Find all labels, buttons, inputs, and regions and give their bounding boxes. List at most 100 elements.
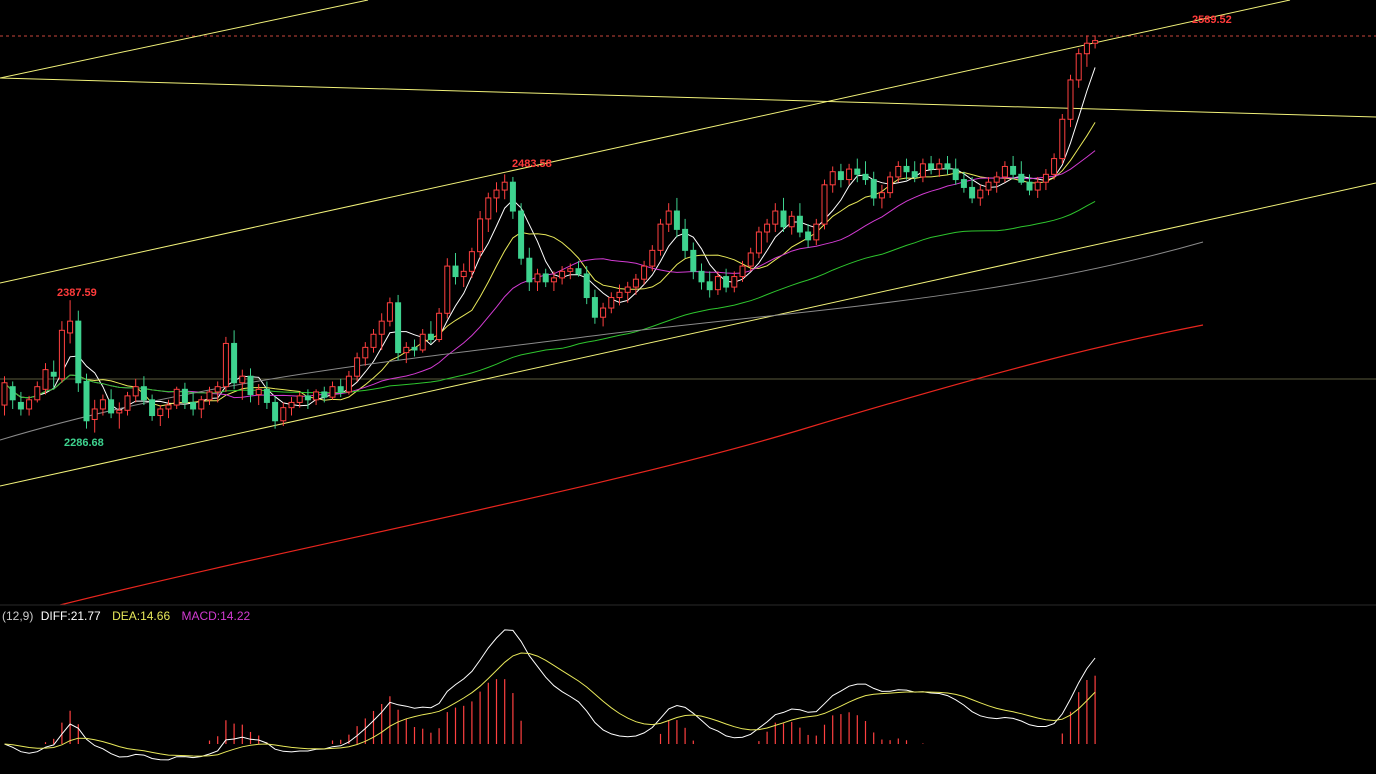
candle-body	[788, 215, 795, 228]
candle-body	[165, 404, 172, 410]
candle-body	[870, 179, 877, 199]
candle-body	[288, 401, 295, 409]
candle-body	[755, 231, 762, 254]
ma5-line	[4, 67, 1096, 412]
candle-body	[395, 302, 402, 354]
candle-body	[550, 277, 557, 283]
candle-body	[198, 399, 205, 410]
candle-body	[280, 407, 287, 422]
candle-body	[255, 388, 262, 396]
candle-body	[419, 333, 426, 351]
candle-body	[632, 278, 639, 288]
candle-body	[116, 409, 123, 414]
candle-body	[977, 189, 984, 199]
candle-body	[9, 386, 16, 401]
candle-body	[313, 391, 320, 401]
candle-body	[772, 210, 779, 225]
candle-body	[936, 163, 943, 170]
candle-body	[337, 386, 344, 393]
macd-params: (12,9)	[2, 609, 33, 623]
candle-body	[764, 223, 771, 233]
candle-body	[493, 189, 500, 199]
candle-body	[329, 386, 336, 398]
candle-body	[649, 249, 656, 267]
candle-body	[378, 320, 385, 335]
candle-body	[526, 257, 533, 283]
ma120-line	[0, 241, 1204, 441]
candle-body	[944, 163, 951, 170]
candle-body	[468, 251, 475, 272]
candle-body	[140, 386, 147, 401]
candle-body	[239, 375, 246, 384]
candle-body	[67, 320, 74, 334]
candle-body	[854, 168, 861, 175]
trend-line-upper-left	[0, 0, 369, 79]
candle-body	[132, 386, 139, 397]
candle-body	[1092, 40, 1099, 44]
candle-body	[821, 184, 828, 225]
candle-body	[895, 165, 902, 178]
candle-body	[829, 171, 836, 186]
candle-body	[272, 401, 279, 422]
candle-body	[427, 333, 434, 340]
candle-body	[796, 215, 803, 233]
candle-body	[42, 369, 49, 390]
annotation-high-right: 2589.52	[1192, 14, 1232, 26]
candle-body	[846, 168, 853, 181]
candle-body	[91, 408, 98, 420]
macd-diff-line	[4, 629, 1096, 761]
candle-body	[534, 273, 541, 283]
candle-body	[436, 312, 443, 340]
candle-body	[567, 268, 574, 272]
candle-body	[362, 346, 369, 359]
candle-body	[1026, 181, 1033, 191]
candle-body	[296, 395, 303, 403]
candle-body	[575, 268, 582, 275]
candle-body	[124, 395, 131, 411]
macd-lines	[4, 629, 1096, 761]
candle-body	[805, 231, 812, 241]
candle-body	[657, 223, 664, 251]
candle-body	[1067, 79, 1074, 120]
candle-body	[608, 297, 615, 309]
candle-body	[304, 395, 311, 401]
candle-body	[345, 375, 352, 393]
candlestick-series	[1, 35, 1099, 433]
ma60-line	[4, 200, 1096, 399]
candle-body	[600, 307, 607, 318]
candle-body	[903, 165, 910, 173]
annotation-high-mid: 2483.58	[512, 158, 552, 170]
candle-body	[386, 302, 393, 322]
trend-line-resistance	[0, 77, 1376, 118]
candle-body	[485, 197, 492, 220]
candle-body	[460, 270, 467, 278]
candle-body	[173, 388, 180, 406]
candle-body	[501, 181, 508, 191]
candle-body	[17, 401, 24, 410]
candle-body	[222, 342, 229, 388]
candle-body	[690, 249, 697, 272]
macd-histogram	[44, 675, 1096, 744]
candle-body	[321, 391, 328, 398]
candle-body	[50, 371, 57, 377]
candle-body	[206, 391, 213, 401]
candle-body	[960, 179, 967, 188]
candle-body	[83, 380, 90, 422]
candle-body	[583, 273, 590, 299]
candle-body	[411, 346, 418, 351]
candle-body	[518, 210, 525, 259]
candle-body	[354, 357, 361, 377]
candle-body	[157, 408, 164, 417]
candle-body	[928, 163, 935, 170]
candle-body	[181, 388, 188, 403]
candle-body	[444, 265, 451, 314]
candle-body	[911, 171, 918, 178]
candle-body	[837, 171, 844, 181]
candle-body	[1059, 118, 1066, 160]
candle-body	[214, 386, 221, 393]
candle-body	[34, 386, 41, 401]
candle-body	[723, 276, 730, 288]
candle-body	[542, 273, 549, 283]
candle-body	[108, 399, 115, 414]
candle-body	[99, 399, 106, 410]
